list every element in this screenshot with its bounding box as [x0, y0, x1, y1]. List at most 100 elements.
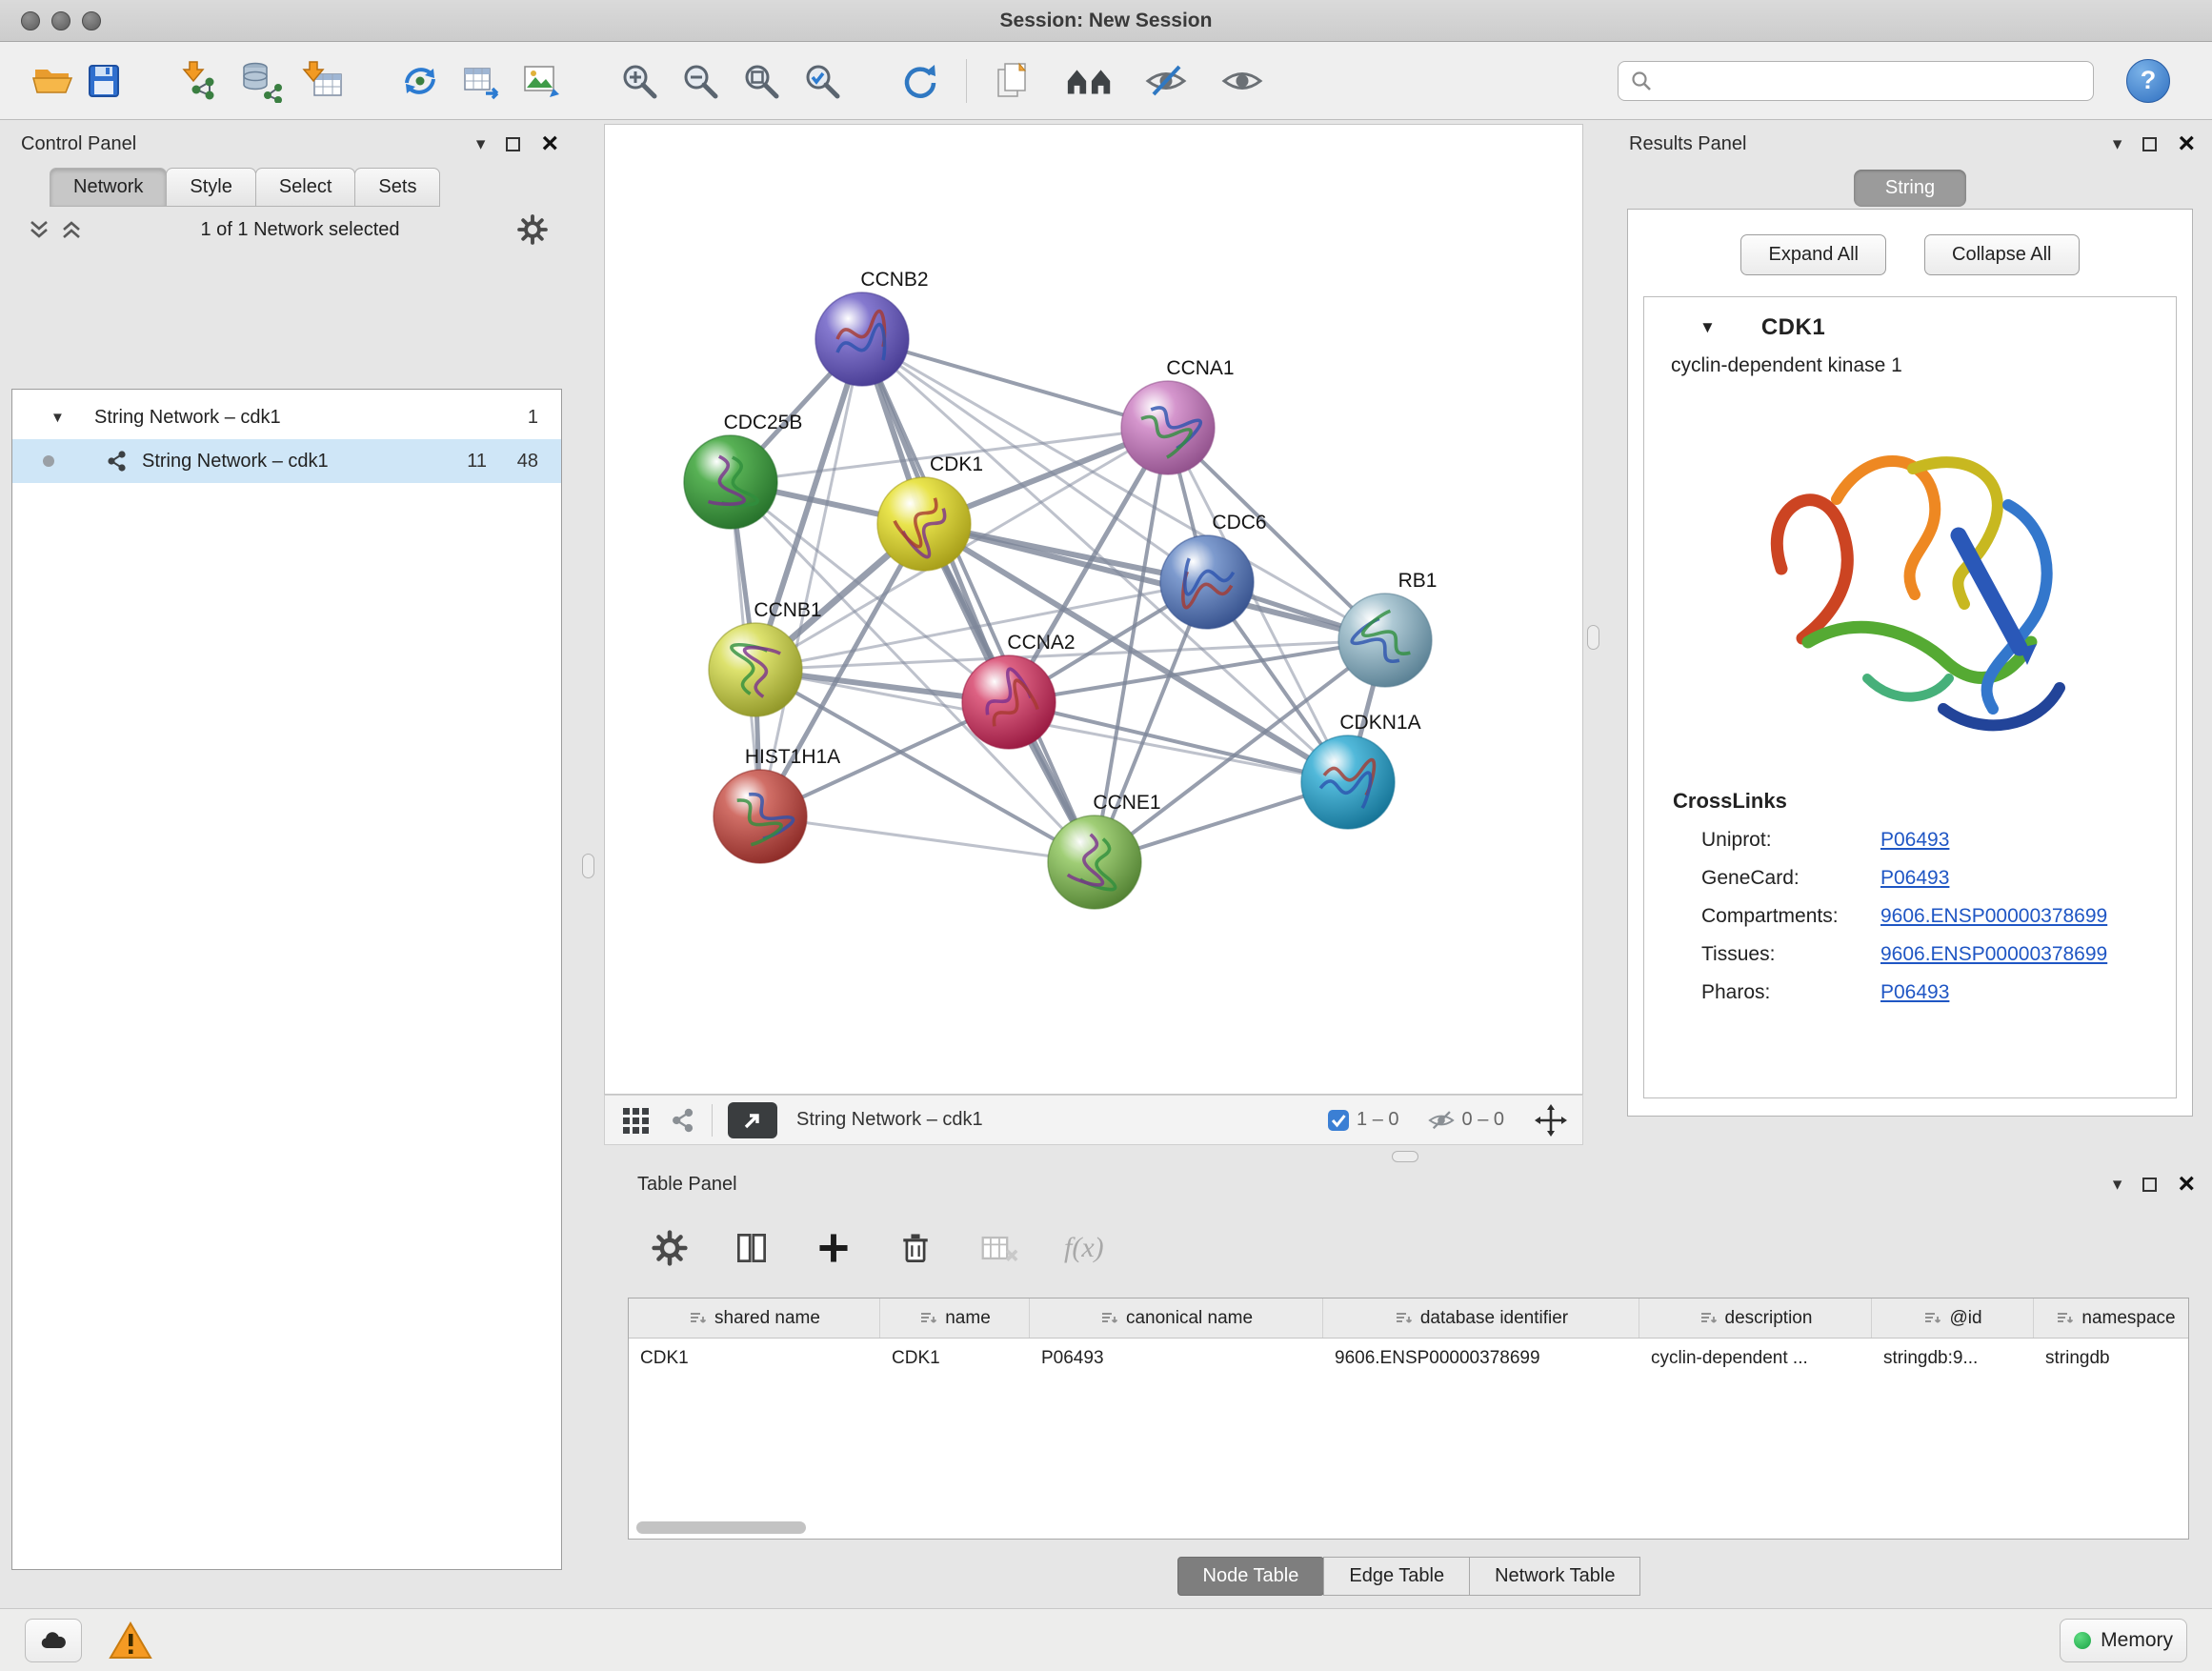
save-session-icon[interactable]	[78, 54, 130, 108]
detach-view-button[interactable]	[728, 1102, 777, 1138]
table-close-icon[interactable]: ×	[2178, 1173, 2195, 1196]
crosslink-value-link[interactable]: P06493	[1880, 829, 1949, 852]
table-collapse-icon[interactable]: ▾	[2113, 1176, 2122, 1194]
splitter-handle-right[interactable]	[1587, 625, 1599, 650]
refresh-icon[interactable]	[894, 54, 945, 108]
table-maximize-icon[interactable]	[2142, 1178, 2157, 1192]
import-network-file-icon[interactable]	[175, 54, 227, 108]
column-header-database-identifier[interactable]: database identifier	[1323, 1299, 1639, 1338]
tab-sets[interactable]: Sets	[354, 168, 440, 207]
window-minimize-button[interactable]	[51, 11, 70, 30]
delete-row-icon[interactable]	[896, 1229, 935, 1267]
network-row[interactable]: String Network – cdk1 11 48	[12, 439, 561, 483]
grid-view-icon[interactable]	[620, 1105, 651, 1136]
column-header-description[interactable]: description	[1639, 1299, 1872, 1338]
column-header-namespace[interactable]: namespace	[2034, 1299, 2189, 1338]
node-CDKN1A[interactable]	[1301, 735, 1395, 829]
zoom-out-icon[interactable]	[674, 54, 726, 108]
horizontal-scrollbar[interactable]	[636, 1521, 806, 1534]
zoom-fit-icon[interactable]	[735, 54, 787, 108]
crosslink-value-link[interactable]: 9606.ENSP00000378699	[1880, 905, 2107, 928]
zoom-in-icon[interactable]	[613, 54, 665, 108]
node-CCNE1[interactable]	[1048, 815, 1141, 909]
section-collapse-icon[interactable]: ▼	[1699, 318, 1716, 337]
panel-collapse-icon[interactable]: ▾	[476, 135, 486, 153]
collapse-all-tree-icon[interactable]	[27, 217, 51, 242]
crosslink-value-link[interactable]: P06493	[1880, 867, 1949, 890]
pan-crosshair-icon[interactable]	[1535, 1104, 1567, 1137]
table-cell[interactable]: CDK1	[629, 1339, 880, 1380]
column-header--id[interactable]: @id	[1872, 1299, 2034, 1338]
first-neighbors-icon[interactable]	[1064, 54, 1116, 108]
node-HIST1H1A[interactable]	[714, 770, 807, 863]
toolbar-search[interactable]	[1618, 61, 2094, 101]
fx-icon[interactable]: f(x)	[1064, 1232, 1104, 1264]
help-icon[interactable]: ?	[2126, 59, 2170, 103]
open-session-icon[interactable]	[27, 54, 78, 108]
add-row-icon[interactable]	[814, 1229, 853, 1267]
network-share-view-icon[interactable]	[668, 1106, 696, 1135]
table-cell[interactable]: stringdb:9...	[1872, 1339, 2034, 1380]
splitter-handle-left[interactable]	[582, 854, 594, 878]
tab-style[interactable]: Style	[166, 168, 255, 207]
table-row[interactable]: CDK1CDK1P064939606.ENSP00000378699cyclin…	[629, 1339, 2188, 1380]
table-cell[interactable]: CDK1	[880, 1339, 1030, 1380]
collapse-all-button[interactable]: Collapse All	[1924, 234, 2080, 275]
expand-all-tree-icon[interactable]	[59, 217, 84, 242]
tree-expand-icon[interactable]: ▼	[50, 410, 65, 426]
node-CCNA1[interactable]	[1121, 381, 1215, 474]
column-header-name[interactable]: name	[880, 1299, 1030, 1338]
node-CCNB2[interactable]	[815, 292, 909, 386]
panel-close-icon[interactable]: ×	[541, 132, 558, 155]
table-cell[interactable]: P06493	[1030, 1339, 1323, 1380]
tab-select[interactable]: Select	[255, 168, 356, 207]
crosslink-value-link[interactable]: 9606.ENSP00000378699	[1880, 943, 2107, 966]
network-table-icon[interactable]	[455, 54, 507, 108]
window-close-button[interactable]	[21, 11, 40, 30]
table-cell[interactable]: cyclin-dependent ...	[1639, 1339, 1872, 1380]
network-collection-row[interactable]: ▼ String Network – cdk1 1	[12, 395, 561, 439]
edge-CCNA2-CDKN1A[interactable]	[1009, 702, 1348, 782]
edge-HIST1H1A-CCNE1[interactable]	[760, 816, 1095, 862]
zoom-selected-icon[interactable]	[796, 54, 848, 108]
gear-icon[interactable]	[516, 213, 549, 246]
column-header-shared-name[interactable]: shared name	[629, 1299, 880, 1338]
crosslink-value-link[interactable]: P06493	[1880, 981, 1949, 1004]
node-CDC6[interactable]	[1160, 535, 1254, 629]
show-all-icon[interactable]	[1217, 54, 1268, 108]
table-cell[interactable]: 9606.ENSP00000378699	[1323, 1339, 1639, 1380]
tab-network[interactable]: Network	[50, 168, 167, 207]
node-CDC25B[interactable]	[684, 435, 777, 529]
search-input[interactable]	[1660, 70, 2081, 91]
delete-table-icon[interactable]	[978, 1229, 1020, 1267]
import-table-icon[interactable]	[297, 54, 349, 108]
column-header-canonical-name[interactable]: canonical name	[1030, 1299, 1323, 1338]
cloud-status-button[interactable]	[25, 1619, 82, 1662]
memory-button[interactable]: Memory	[2060, 1619, 2187, 1662]
results-close-icon[interactable]: ×	[2178, 132, 2195, 155]
export-image-icon[interactable]	[516, 54, 568, 108]
new-network-icon[interactable]	[394, 54, 446, 108]
node-CCNB1[interactable]	[709, 623, 802, 716]
results-collapse-icon[interactable]: ▾	[2113, 135, 2122, 153]
hide-selected-icon[interactable]	[1140, 54, 1192, 108]
network-canvas[interactable]: CCNB2CCNA1CDC25BCDK1CDC6RB1CCNB1CCNA2CDK…	[604, 124, 1583, 1095]
tab-network-table[interactable]: Network Table	[1469, 1557, 1640, 1596]
import-network-database-icon[interactable]	[236, 54, 288, 108]
edge-CCNB2-CCNA1[interactable]	[862, 339, 1168, 428]
hidden-eye-icon[interactable]	[1426, 1107, 1457, 1134]
copy-icon[interactable]	[988, 54, 1039, 108]
tab-edge-table[interactable]: Edge Table	[1323, 1557, 1470, 1596]
expand-all-button[interactable]: Expand All	[1740, 234, 1886, 275]
splitter-handle-bottom[interactable]	[1392, 1151, 1418, 1162]
edge-CCNB2-CCNE1[interactable]	[862, 339, 1095, 862]
warning-icon[interactable]	[109, 1621, 152, 1661]
results-maximize-icon[interactable]	[2142, 137, 2157, 151]
show-columns-icon[interactable]	[733, 1229, 771, 1267]
window-zoom-button[interactable]	[82, 11, 101, 30]
tab-string[interactable]: String	[1854, 170, 1966, 207]
table-cell[interactable]: stringdb	[2034, 1339, 2189, 1380]
tab-node-table[interactable]: Node Table	[1177, 1557, 1325, 1596]
selected-checkbox-icon[interactable]	[1326, 1108, 1351, 1133]
panel-maximize-icon[interactable]	[506, 137, 520, 151]
